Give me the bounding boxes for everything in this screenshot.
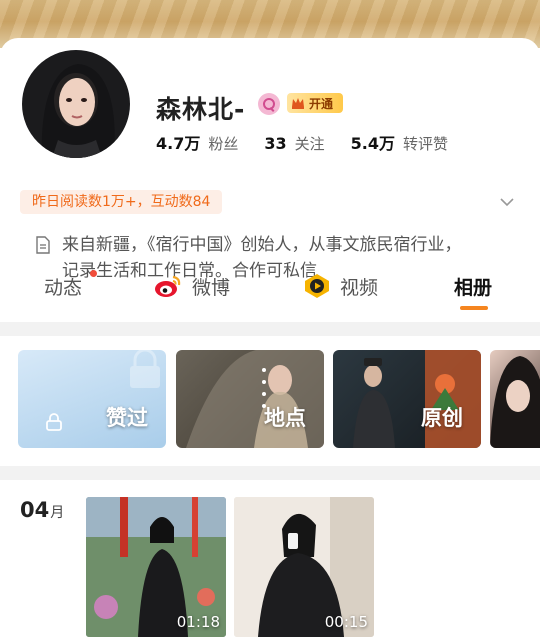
document-icon [35, 236, 51, 254]
vip-label: 开通 [309, 96, 334, 111]
tab-label: 相册 [454, 276, 493, 299]
tab-weibo[interactable]: 微博 [154, 266, 230, 306]
month-header: 04月 [20, 498, 64, 522]
section-divider [0, 322, 540, 336]
profile-stats: 4.7万 粉丝 33 关注 5.4万 转评赞 [156, 130, 474, 154]
read-stats-tag[interactable]: 昨日阅读数1万+，互动数84 [20, 190, 223, 214]
likes-label[interactable]: 转评赞 [403, 133, 448, 154]
bio-line: 来自新疆，《宿行中国》创始人，从事文旅民宿行业， [62, 235, 462, 255]
active-tab-indicator [460, 306, 488, 310]
profile-tabs: 动态 微博 视频 相册 [0, 266, 540, 312]
video-thumbnail[interactable]: 00:15 [234, 497, 374, 637]
vip-open-badge[interactable]: 开通 [287, 93, 343, 113]
month-unit: 月 [50, 505, 65, 521]
profile-name: 森林北- [156, 95, 246, 124]
video-duration: 00:15 [324, 613, 368, 631]
album-location[interactable]: 地点 [176, 350, 324, 448]
lock-icon [45, 413, 63, 431]
followers-count[interactable]: 4.7万 [156, 130, 200, 154]
album-original[interactable]: 原创 [333, 350, 481, 448]
album-label: 赞过 [106, 406, 148, 430]
avatar[interactable] [20, 48, 132, 160]
tab-label: 动态 [44, 276, 83, 299]
album-liked[interactable]: 赞过 [18, 350, 166, 448]
album-label: 原创 [421, 406, 463, 430]
followers-label[interactable]: 粉丝 [208, 133, 238, 154]
tab-label: 视频 [340, 276, 379, 299]
following-label[interactable]: 关注 [295, 133, 325, 154]
tab-video[interactable]: 视频 [304, 266, 378, 306]
notification-dot [90, 270, 97, 277]
tab-dynamic[interactable]: 动态 [44, 266, 97, 306]
video-duration: 01:18 [176, 613, 220, 631]
crown-icon [290, 95, 306, 111]
tab-album[interactable]: 相册 [454, 266, 492, 306]
section-divider [0, 466, 540, 480]
chevron-down-icon[interactable] [500, 194, 514, 208]
likes-count[interactable]: 5.4万 [351, 130, 395, 154]
following-count[interactable]: 33 [264, 134, 286, 153]
tab-label: 微博 [192, 276, 231, 299]
video-thumbnail[interactable]: 01:18 [86, 497, 226, 637]
video-icon [304, 273, 330, 299]
month-number: 04 [20, 498, 50, 522]
album-more-peek[interactable] [490, 350, 540, 448]
weibo-icon [154, 274, 182, 298]
album-label: 地点 [264, 406, 306, 430]
magnifier-icon[interactable] [258, 93, 280, 115]
